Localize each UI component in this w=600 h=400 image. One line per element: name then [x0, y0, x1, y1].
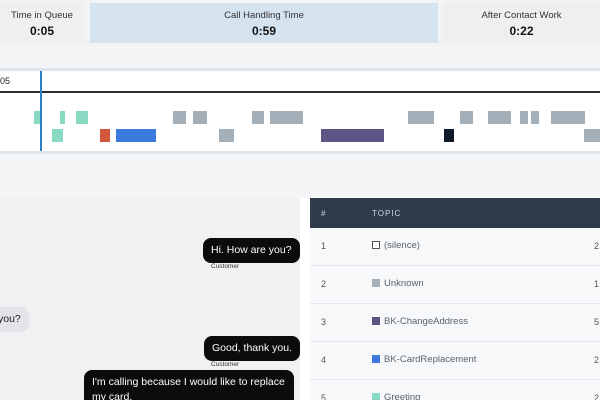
topic-count: 2 — [594, 393, 600, 400]
table-row[interactable]: 4 BK-CardReplacement 2 — [310, 342, 600, 380]
timeline-segment-greeting[interactable] — [76, 111, 88, 124]
timeline-segment-unknown[interactable] — [551, 111, 585, 124]
table-row[interactable]: 1 (silence) 2 — [310, 228, 600, 266]
timeline-segment-unknown[interactable] — [193, 111, 207, 124]
timeline-segment-unknown[interactable] — [520, 111, 528, 124]
timeline-segment-greeting[interactable] — [52, 129, 63, 142]
timeline-segment-unknown[interactable] — [270, 111, 303, 124]
topic-count: 5 — [594, 317, 600, 327]
topic-color-swatch — [372, 241, 380, 249]
chat-speaker-label: Customer — [211, 263, 240, 270]
column-header-number[interactable]: # — [321, 209, 326, 218]
timeline-band — [0, 46, 600, 68]
timeline-segment-red[interactable] — [100, 129, 110, 142]
topic-name: Unknown — [384, 278, 424, 289]
topic-color-swatch — [372, 355, 380, 363]
column-header-topic[interactable]: TOPIC — [372, 209, 401, 218]
metric-after-contact-work[interactable]: After Contact Work 0:22 — [443, 3, 600, 43]
chat-speaker-label: Customer — [211, 361, 240, 368]
timeline-axis — [0, 91, 600, 93]
chat-bubble-customer: I'm calling because I would like to repl… — [84, 370, 294, 400]
timeline-segment-unknown[interactable] — [460, 111, 473, 124]
chat-bubble-customer: Good, thank you. — [204, 336, 300, 361]
timeline-segment-unknown[interactable] — [252, 111, 264, 124]
topic-color-swatch — [372, 393, 380, 400]
topic-name: BK-ChangeAddress — [384, 316, 468, 327]
topic-count: 2 — [594, 241, 600, 251]
row-number: 5 — [321, 393, 327, 400]
call-timeline[interactable]: 05 — [0, 68, 600, 154]
timeline-segment-unknown[interactable] — [173, 111, 186, 124]
timeline-segment-unknown[interactable] — [584, 129, 600, 142]
timeline-segment-unknown[interactable] — [219, 129, 234, 142]
table-row[interactable]: 3 BK-ChangeAddress 5 — [310, 304, 600, 342]
row-number: 1 — [321, 241, 327, 251]
topic-count: 2 — [594, 355, 600, 365]
topics-table-header: # TOPIC — [310, 198, 600, 228]
table-row[interactable]: 2 Unknown 1 — [310, 266, 600, 304]
metric-value: 0:22 — [509, 24, 534, 38]
table-row[interactable]: 5 Greeting 2 — [310, 380, 600, 400]
chat-transcript[interactable]: Hi. How are you? Customer you? Good, tha… — [0, 198, 300, 400]
topic-color-swatch — [372, 279, 380, 287]
timeline-segment-unknown[interactable] — [408, 111, 434, 124]
playhead-cursor[interactable] — [40, 71, 42, 151]
chat-bubble-customer: Hi. How are you? — [203, 238, 300, 263]
metric-label: Time in Queue — [11, 10, 73, 21]
metric-value: 0:05 — [29, 24, 55, 38]
timeline-tick-label: 05 — [0, 76, 11, 86]
timeline-segment-greeting[interactable] — [60, 111, 65, 124]
topic-count: 1 — [594, 279, 600, 289]
topic-name: (silence) — [384, 240, 420, 251]
topics-table: # TOPIC 1 (silence) 2 2 Unknown 1 3 BK-C… — [310, 198, 600, 400]
metric-label: Call Handling Time — [224, 10, 304, 21]
timeline-segment-change-address[interactable] — [321, 129, 384, 142]
timeline-segment-card-replacement[interactable] — [116, 129, 156, 142]
section-divider — [0, 154, 600, 198]
metric-call-handling-time[interactable]: Call Handling Time 0:59 — [90, 3, 438, 43]
row-number: 4 — [321, 355, 327, 365]
metrics-bar: Time in Queue 0:05 Call Handling Time 0:… — [0, 0, 600, 46]
timeline-segment-unknown[interactable] — [488, 111, 511, 124]
timeline-segment-unknown[interactable] — [531, 111, 539, 124]
metric-label: After Contact Work — [481, 10, 562, 21]
chat-bubble-agent: you? — [0, 307, 29, 332]
topic-name: Greeting — [384, 392, 421, 400]
timeline-segment-dark[interactable] — [444, 129, 454, 142]
row-number: 3 — [321, 317, 327, 327]
metric-time-in-queue[interactable]: Time in Queue 0:05 — [0, 3, 84, 43]
topic-name: BK-CardReplacement — [384, 354, 477, 365]
topic-color-swatch — [372, 317, 380, 325]
row-number: 2 — [321, 279, 327, 289]
metric-value: 0:59 — [251, 24, 277, 38]
